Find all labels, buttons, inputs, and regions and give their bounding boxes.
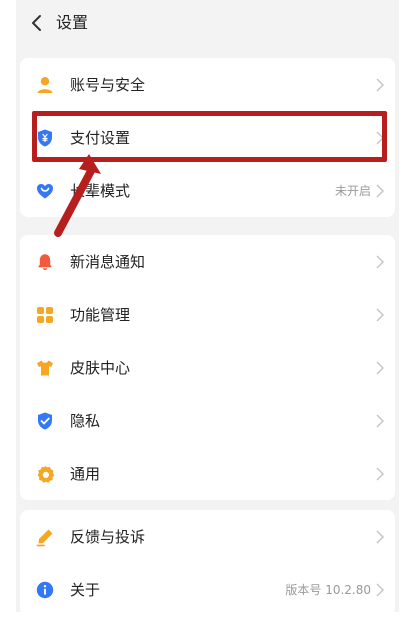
shield-pay-icon: [35, 128, 55, 148]
setting-row-feedback-complaint[interactable]: 反馈与投诉: [20, 510, 395, 563]
header: 设置: [16, 0, 399, 46]
setting-row-general[interactable]: 通用: [20, 447, 395, 500]
chevron-left-icon: [32, 15, 41, 31]
setting-label-about: 关于: [70, 580, 101, 599]
chevron-right-icon: [375, 130, 385, 145]
setting-row-privacy[interactable]: 隐私: [20, 394, 395, 447]
setting-row-payment-settings[interactable]: 支付设置: [20, 111, 395, 164]
page-title: 设置: [56, 13, 89, 32]
setting-label-account-security: 账号与安全: [70, 75, 146, 94]
grid-icon: [35, 305, 55, 325]
tshirt-icon: [35, 358, 55, 378]
chevron-right-icon: [375, 183, 385, 198]
gear-icon: [35, 464, 55, 484]
setting-label-new-message-notification: 新消息通知: [70, 252, 146, 271]
chevron-right-icon: [375, 466, 385, 481]
setting-label-payment-settings: 支付设置: [70, 128, 131, 147]
bell-icon: [35, 252, 55, 272]
settings-group-2: 新消息通知 功能管理 皮肤中心 隐私 通用: [20, 235, 395, 500]
setting-label-feature-management: 功能管理: [70, 305, 131, 324]
setting-label-skin-center: 皮肤中心: [70, 358, 131, 377]
version-number: 版本号 10.2.80: [285, 582, 371, 597]
chevron-right-icon: [375, 582, 385, 597]
privacy-shield-icon: [35, 411, 55, 431]
chevron-right-icon: [375, 307, 385, 322]
back-button[interactable]: [24, 10, 48, 36]
info-icon: [35, 580, 55, 600]
setting-label-privacy: 隐私: [70, 411, 101, 430]
setting-row-skin-center[interactable]: 皮肤中心: [20, 341, 395, 394]
setting-row-elder-mode[interactable]: 长辈模式 未开启: [20, 164, 395, 217]
chevron-right-icon: [375, 360, 385, 375]
user-icon: [35, 75, 55, 95]
settings-group-1: 账号与安全 支付设置 长辈模式 未开启: [20, 58, 395, 217]
settings-group-3: 反馈与投诉 关于 版本号 10.2.80: [20, 510, 395, 612]
chevron-right-icon: [375, 77, 385, 92]
settings-screen: 设置 账号与安全 支付设置 长辈模式 未开启 新消息通知 功能管理 皮肤中心 隐…: [16, 0, 399, 612]
elder-mode-status: 未开启: [334, 183, 371, 198]
heart-icon: [35, 181, 55, 201]
pencil-icon: [35, 527, 55, 547]
setting-row-about[interactable]: 关于 版本号 10.2.80: [20, 563, 395, 612]
chevron-right-icon: [375, 254, 385, 269]
setting-row-feature-management[interactable]: 功能管理: [20, 288, 395, 341]
chevron-right-icon: [375, 413, 385, 428]
setting-row-new-message-notification[interactable]: 新消息通知: [20, 235, 395, 288]
chevron-right-icon: [375, 529, 385, 544]
setting-row-account-security[interactable]: 账号与安全: [20, 58, 395, 111]
setting-label-feedback-complaint: 反馈与投诉: [70, 527, 146, 546]
setting-label-general: 通用: [70, 464, 101, 483]
setting-label-elder-mode: 长辈模式: [70, 181, 131, 200]
